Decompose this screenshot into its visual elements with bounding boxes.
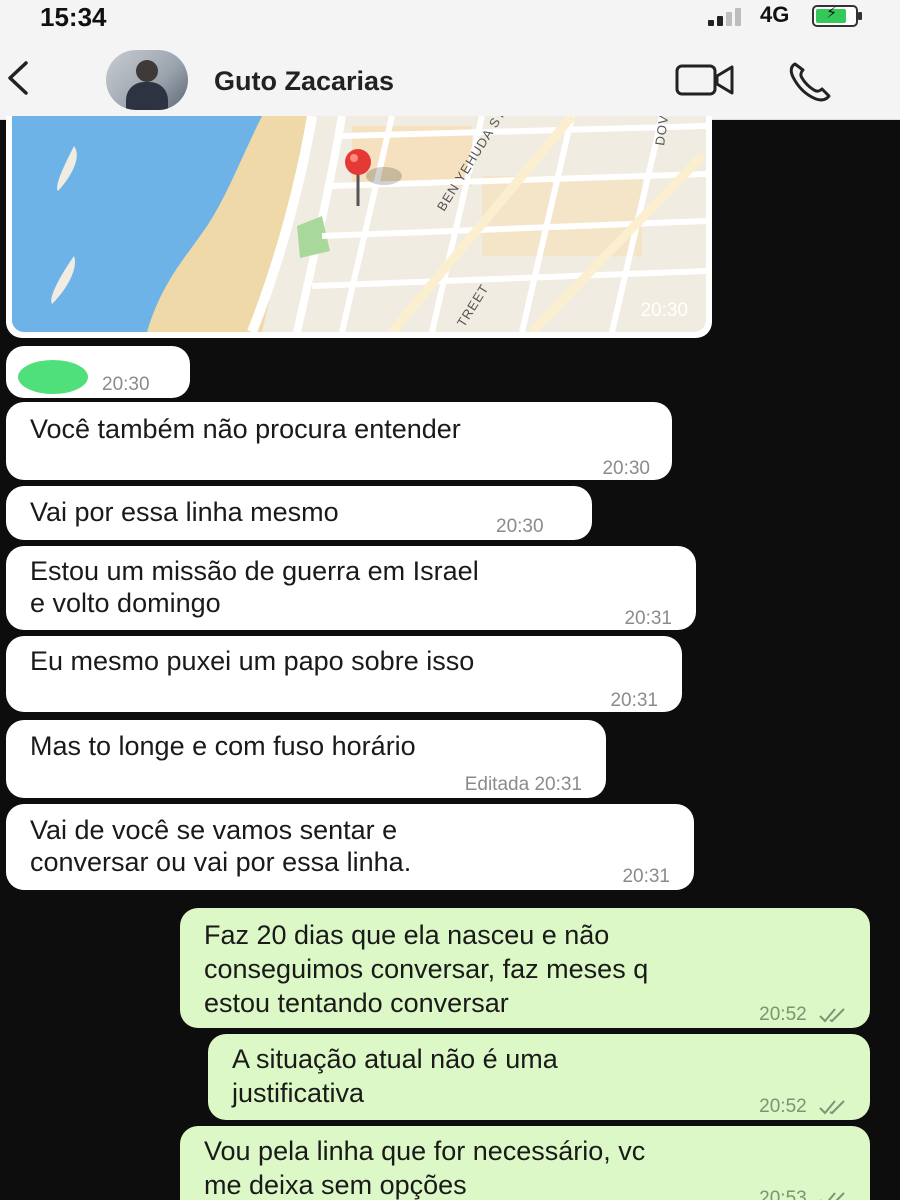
message-text-line: Faz 20 dias que ela nasceu e não bbox=[204, 920, 610, 950]
message-bubble-incoming[interactable]: Estou um missão de guerra em Israel e vo… bbox=[6, 546, 696, 630]
message-text-line: justificativa bbox=[232, 1078, 365, 1108]
message-time: 20:53 bbox=[759, 1182, 848, 1200]
map-image: BEN YEHUDA ST DOV TREET bbox=[12, 116, 706, 332]
message-text-line: conseguimos conversar, faz meses q bbox=[204, 954, 649, 984]
message-text-line: conversar ou vai por essa linha. bbox=[30, 847, 412, 877]
message-bubble-outgoing[interactable]: Faz 20 dias que ela nasceu e não consegu… bbox=[180, 908, 870, 1028]
video-call-button[interactable] bbox=[674, 62, 736, 98]
message-text-line: Vou pela linha que for necessário, vc bbox=[204, 1136, 646, 1166]
message-bubble-outgoing[interactable]: Vou pela linha que for necessário, vc me… bbox=[180, 1126, 870, 1200]
read-receipt-icon bbox=[819, 1100, 845, 1115]
phone-icon bbox=[789, 62, 831, 102]
message-text-line: Vai de você se vamos sentar e bbox=[30, 815, 398, 845]
status-bar: 15:34 4G ⚡ bbox=[0, 0, 900, 36]
video-camera-icon bbox=[675, 64, 734, 96]
contact-avatar[interactable] bbox=[106, 50, 188, 110]
message-text-line: A situação atual não é uma bbox=[232, 1044, 558, 1074]
message-bubble-incoming[interactable]: Eu mesmo puxei um papo sobre isso 20:31 bbox=[6, 636, 682, 712]
message-bubble-incoming[interactable]: Vai de você se vamos sentar e conversar … bbox=[6, 804, 694, 890]
message-time: 20:31 bbox=[622, 866, 670, 887]
read-receipt-icon bbox=[819, 1192, 845, 1200]
message-time-value: 20:52 bbox=[759, 1096, 807, 1117]
location-message[interactable]: BEN YEHUDA ST DOV TREET 20:30 bbox=[6, 116, 712, 338]
message-time: 20:52 bbox=[759, 1090, 848, 1124]
status-time: 15:34 bbox=[40, 2, 107, 32]
message-time: 20:30 bbox=[602, 458, 650, 479]
message-text-line: me deixa sem opções bbox=[204, 1170, 467, 1200]
map-preview[interactable]: BEN YEHUDA ST DOV TREET 20:30 bbox=[12, 116, 706, 332]
read-receipt-icon bbox=[819, 1008, 845, 1023]
contact-name[interactable]: Guto Zacarias bbox=[214, 66, 394, 97]
message-bubble-incoming[interactable]: Mas to longe e com fuso horário Editada … bbox=[6, 720, 606, 798]
message-bubble-incoming[interactable]: Vai por essa linha mesmo 20:30 bbox=[6, 486, 592, 540]
message-bubble-incoming[interactable]: Você também não procura entender 20:30 bbox=[6, 402, 672, 480]
message-time: 20:31 bbox=[610, 690, 658, 711]
message-time: 20:30 bbox=[496, 516, 544, 537]
message-text: Vai por essa linha mesmo bbox=[30, 497, 339, 527]
back-button[interactable] bbox=[0, 54, 40, 104]
message-time: Editada 20:31 bbox=[465, 768, 582, 802]
message-text-line: estou tentando conversar bbox=[204, 988, 509, 1018]
message-time: 20:31 bbox=[624, 608, 672, 629]
signal-strength-icon bbox=[708, 6, 754, 26]
message-time: 20:30 bbox=[102, 374, 150, 395]
message-time-value: 20:31 bbox=[534, 774, 582, 795]
emoji-sticker bbox=[18, 360, 88, 394]
network-type: 4G bbox=[760, 2, 790, 27]
message-time-value: 20:53 bbox=[759, 1188, 807, 1200]
message-text: Mas to longe e com fuso horário bbox=[30, 731, 416, 761]
voice-call-button[interactable] bbox=[786, 60, 834, 104]
battery-icon: ⚡ bbox=[812, 5, 862, 27]
chat-header: Guto Zacarias bbox=[0, 36, 900, 120]
message-text: Eu mesmo puxei um papo sobre isso bbox=[30, 646, 475, 676]
message-bubble-incoming[interactable]: 20:30 bbox=[6, 346, 190, 398]
message-time-value: 20:52 bbox=[759, 1004, 807, 1025]
message-text: Você também não procura entender bbox=[30, 414, 461, 444]
message-text-line: Estou um missão de guerra em Israel bbox=[30, 556, 479, 586]
message-time: 20:52 bbox=[759, 998, 848, 1032]
message-text-line: e volto domingo bbox=[30, 588, 221, 618]
back-icon bbox=[8, 61, 28, 95]
message-time: 20:30 bbox=[640, 300, 688, 321]
edited-label: Editada bbox=[464, 774, 530, 795]
message-bubble-outgoing[interactable]: A situação atual não é uma justificativa… bbox=[208, 1034, 870, 1120]
